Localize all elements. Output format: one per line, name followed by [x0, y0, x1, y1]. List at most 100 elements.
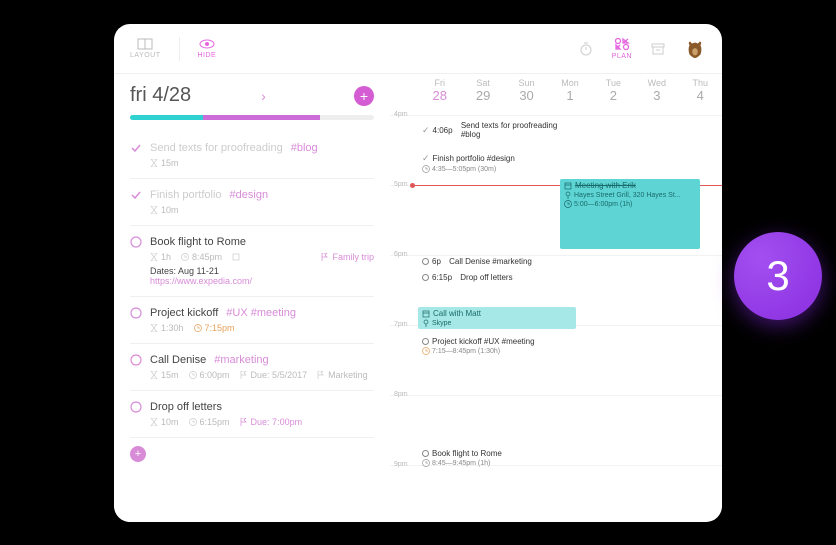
- step-badge: 3: [734, 232, 822, 320]
- hide-button[interactable]: HIDE: [198, 38, 217, 59]
- progress-segment-2: [203, 115, 320, 120]
- timeline-event[interactable]: ✓Finish portfolio #design 4:35—5:05pm (3…: [418, 151, 576, 175]
- next-day-button[interactable]: ›: [261, 88, 266, 104]
- duration-meta: 10m: [150, 205, 179, 215]
- hourglass-icon: [150, 159, 158, 167]
- clock-icon: [422, 165, 430, 173]
- time-meta: 8:45pm: [181, 252, 222, 262]
- task-tag: #UX #meeting: [226, 307, 296, 319]
- date-title: fri 4/28: [130, 84, 191, 107]
- layout-button[interactable]: LAYOUT: [130, 38, 161, 59]
- layout-icon: [137, 38, 153, 50]
- add-task-small-button[interactable]: +: [130, 446, 146, 462]
- calendar-panel: Fri28 Sat29 Sun30 Mon1 Tue2 Wed3 Thu4 4p…: [390, 74, 722, 522]
- time-meta: 7:15pm: [194, 323, 235, 333]
- hourglass-icon: [150, 206, 158, 214]
- task-title: Call Denise: [150, 354, 206, 366]
- clock-icon: [564, 200, 572, 208]
- hourglass-icon: [150, 418, 158, 426]
- task-notes: Dates: Aug 11-21 https://www.expedia.com…: [130, 266, 374, 286]
- clock-icon: [422, 459, 430, 467]
- clock-icon: [189, 371, 197, 379]
- check-icon: ✓: [422, 153, 430, 164]
- circle-icon[interactable]: [130, 307, 142, 319]
- time-meta: 6:15pm: [189, 417, 230, 427]
- flag-icon: [240, 371, 248, 379]
- layout-label: LAYOUT: [130, 52, 161, 59]
- avatar-bear-icon[interactable]: [684, 38, 706, 60]
- timeline-event[interactable]: Project kickoff #UX #meeting 7:15—8:45pm…: [418, 335, 576, 357]
- due-meta: Due: 7:00pm: [240, 417, 303, 427]
- topbar-left: LAYOUT HIDE: [130, 37, 216, 61]
- archive-icon: [650, 42, 666, 56]
- week-header: Fri28 Sat29 Sun30 Mon1 Tue2 Wed3 Thu4: [390, 74, 722, 107]
- circle-icon: [422, 450, 429, 457]
- hide-label: HIDE: [198, 52, 217, 59]
- hourglass-icon: [150, 371, 158, 379]
- task-row[interactable]: Finish portfolio #design 10m: [130, 179, 374, 226]
- topbar: LAYOUT HIDE PLAN: [114, 24, 722, 74]
- hour-row: 4pm: [390, 115, 722, 116]
- topbar-right: PLAN: [578, 37, 706, 60]
- flag-icon: [317, 371, 325, 379]
- check-icon[interactable]: [130, 142, 142, 154]
- flag-meta: Marketing: [317, 370, 368, 380]
- plan-button[interactable]: PLAN: [612, 37, 632, 60]
- day-col[interactable]: Sun30: [505, 74, 548, 107]
- duration-meta: 15m: [150, 370, 179, 380]
- timeline-event[interactable]: Book flight to Rome 8:45—9:45pm (1h): [418, 447, 576, 469]
- task-tag: #marketing: [214, 354, 268, 366]
- check-icon: ✓: [422, 125, 430, 136]
- time-meta: 6:00pm: [189, 370, 230, 380]
- task-row[interactable]: Call Denise #marketing 15m 6:00pm Due: 5…: [130, 344, 374, 391]
- timeline-event[interactable]: ✓4:06p Send texts for proofreading #blog: [418, 119, 576, 141]
- day-col[interactable]: Mon1: [548, 74, 591, 107]
- task-row[interactable]: Project kickoff #UX #meeting 1:30h 7:15p…: [130, 297, 374, 344]
- day-col[interactable]: Wed3: [635, 74, 678, 107]
- task-title: Drop off letters: [150, 401, 222, 413]
- timeline-event[interactable]: 6:15p Drop off letters: [418, 271, 576, 284]
- timeline[interactable]: 4pm 5pm 6pm 7pm 8pm 9pm ✓4:06p Send text…: [390, 107, 722, 522]
- hour-row: 8pm: [390, 395, 722, 396]
- task-title: Finish portfolio: [150, 189, 222, 201]
- task-tag: #design: [230, 189, 269, 201]
- flag-icon: [321, 253, 329, 261]
- clock-icon: [189, 418, 197, 426]
- duration-meta: 1h: [150, 252, 171, 262]
- clock-icon: [181, 253, 189, 261]
- clock-icon: [422, 347, 430, 355]
- progress-bar: [130, 115, 374, 120]
- timer-button[interactable]: [578, 41, 594, 57]
- eye-icon: [199, 38, 215, 50]
- task-row[interactable]: Book flight to Rome 1h 8:45pm Family tri…: [130, 226, 374, 297]
- day-col[interactable]: Fri28: [418, 74, 461, 107]
- task-row[interactable]: Drop off letters 10m 6:15pm Due: 7:00pm: [130, 391, 374, 438]
- timeline-event[interactable]: Call with Matt Skype: [418, 307, 576, 329]
- task-title: Project kickoff: [150, 307, 218, 319]
- archive-button[interactable]: [650, 42, 666, 56]
- calendar-icon: [422, 310, 430, 318]
- circle-icon: [422, 258, 429, 265]
- circle-icon[interactable]: [130, 401, 142, 413]
- circle-icon: [422, 338, 429, 345]
- day-col[interactable]: Tue2: [592, 74, 635, 107]
- day-col[interactable]: Thu4: [679, 74, 722, 107]
- pin-icon: [564, 191, 572, 199]
- timeline-event[interactable]: 6p Call Denise #marketing: [418, 255, 576, 268]
- pin-icon: [422, 319, 430, 327]
- clock-icon: [194, 324, 202, 332]
- circle-icon[interactable]: [130, 236, 142, 248]
- circle-icon[interactable]: [130, 354, 142, 366]
- task-row[interactable]: Send texts for proofreading #blog 15m: [130, 132, 374, 179]
- duration-meta: 1:30h: [150, 323, 184, 333]
- due-meta: Due: 5/5/2017: [240, 370, 308, 380]
- duration-meta: 10m: [150, 417, 179, 427]
- app-frame: LAYOUT HIDE PLAN fri 4/28: [114, 24, 722, 522]
- add-task-button[interactable]: +: [354, 86, 374, 106]
- timeline-event[interactable]: Meeting with Erik Hayes Street Grill, 32…: [560, 179, 700, 249]
- stopwatch-icon: [578, 41, 594, 57]
- day-col[interactable]: Sat29: [461, 74, 504, 107]
- check-icon[interactable]: [130, 189, 142, 201]
- task-tag: #blog: [291, 142, 318, 154]
- flag-meta: Family trip: [321, 252, 374, 262]
